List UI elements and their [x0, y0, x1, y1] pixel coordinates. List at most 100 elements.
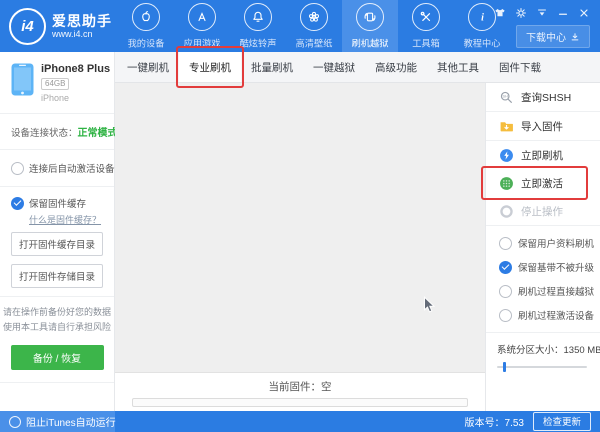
tab-label: 其他工具	[437, 60, 479, 75]
collapse-icon[interactable]	[536, 7, 548, 19]
tab-professional-flash[interactable]: 专业刷机	[179, 52, 241, 82]
tab-firmware-download[interactable]: 固件下载	[489, 52, 551, 82]
settings-gear-icon[interactable]	[515, 7, 527, 19]
app-window: i4 爱思助手 www.i4.cn 我的设备	[0, 0, 600, 432]
radio-checked-icon	[499, 261, 512, 274]
nav-label: 应用游戏	[184, 35, 221, 49]
option-keep-baseband[interactable]: 保留基带不被升级	[486, 255, 600, 279]
partition-size-value: 1350 MB	[564, 345, 600, 356]
flash-options-group: 保留用户资料刷机 保留基带不被升级 刷机过程直接越狱 刷机过程激活设备	[486, 226, 600, 332]
iphone-icon	[11, 63, 34, 103]
mouse-cursor	[423, 296, 436, 314]
device-card: iPhone8 Plus 64GB iPhone	[0, 52, 114, 113]
toolbox-icon	[412, 3, 440, 31]
option-label: 刷机过程激活设备	[518, 308, 594, 322]
flash-now-button[interactable]: 立即刷机	[486, 141, 600, 169]
flash-now-icon	[499, 148, 514, 163]
action-label: 立即激活	[521, 176, 563, 191]
download-center-button[interactable]: 下载中心	[516, 25, 590, 48]
i4-logo-icon: i4	[9, 8, 46, 45]
window-controls	[494, 0, 600, 19]
tab-label: 专业刷机	[189, 60, 231, 75]
action-label: 导入固件	[521, 119, 563, 134]
svg-text:i: i	[481, 12, 484, 23]
tab-one-click-flash[interactable]: 一键刷机	[117, 52, 179, 82]
option-label: 保留基带不被升级	[518, 260, 594, 274]
radio-unchecked-icon	[499, 237, 512, 250]
nav-item-toolbox[interactable]: 工具箱	[398, 0, 454, 52]
nav-label: 工具箱	[412, 35, 440, 49]
nav-label: 酷炫铃声	[240, 35, 277, 49]
download-center-label: 下载中心	[526, 29, 566, 44]
nav-item-flash-jailbreak[interactable]: 刷机越狱	[342, 0, 398, 52]
minimize-icon[interactable]	[557, 7, 569, 19]
keep-firmware-cache-option[interactable]: 保留固件缓存	[0, 187, 114, 212]
device-capacity-badge: 64GB	[41, 78, 69, 90]
window-zone: 下载中心	[490, 0, 600, 48]
close-icon[interactable]	[578, 7, 590, 19]
main-nav: 我的设备 应用游戏 酷炫铃声	[118, 0, 510, 52]
connection-status-label: 设备连接状态：	[11, 128, 78, 139]
import-firmware-button[interactable]: 导入固件	[486, 112, 600, 140]
auto-activate-option[interactable]: 连接后自动激活设备	[0, 150, 114, 186]
tab-batch-flash[interactable]: 批量刷机	[241, 52, 303, 82]
bottombar-right: 版本号：7.53 检查更新	[465, 412, 600, 431]
warning-line: 请在操作前备份好您的数据	[0, 305, 114, 320]
tab-label: 批量刷机	[251, 60, 293, 75]
slider-handle[interactable]	[503, 362, 506, 372]
bell-icon	[244, 3, 272, 31]
nav-item-wallpapers[interactable]: 高清壁纸	[286, 0, 342, 52]
app-url: www.i4.cn	[52, 29, 112, 39]
radio-unchecked-icon	[11, 162, 24, 175]
app-title: 爱思助手	[52, 14, 112, 29]
divider	[0, 382, 114, 383]
skin-icon[interactable]	[494, 7, 506, 19]
check-update-button[interactable]: 检查更新	[533, 412, 591, 431]
action-label: 查询SHSH	[521, 90, 571, 105]
what-is-cache-link[interactable]: 什么是固件缓存？	[29, 213, 114, 226]
download-arrow-icon	[570, 32, 580, 42]
nav-item-my-devices[interactable]: 我的设备	[118, 0, 174, 52]
activate-now-button[interactable]: 立即激活	[486, 169, 600, 197]
body: iPhone8 Plus 64GB iPhone 设备连接状态：正常模式 连接后…	[0, 52, 600, 411]
warning-line: 使用本工具请自行承担风险	[0, 320, 114, 335]
tab-label: 一键越狱	[313, 60, 355, 75]
tab-advanced-features[interactable]: 高级功能	[365, 52, 427, 82]
partition-size-slider[interactable]	[497, 361, 589, 373]
slider-track	[497, 366, 587, 368]
logo-badge: i4	[21, 18, 34, 35]
option-keep-user-data[interactable]: 保留用户资料刷机	[486, 231, 600, 255]
tab-one-click-jailbreak[interactable]: 一键越狱	[303, 52, 365, 82]
backup-warning-text: 请在操作前备份好您的数据 使用本工具请自行承担风险	[0, 297, 114, 341]
query-shsh-button[interactable]: SH 查询SHSH	[486, 83, 600, 111]
app-logo: i4 爱思助手 www.i4.cn	[0, 0, 118, 52]
radio-unchecked-icon	[9, 416, 21, 428]
stop-icon	[499, 204, 514, 219]
connection-status-value: 正常模式	[78, 128, 118, 139]
keep-cache-label: 保留固件缓存	[29, 196, 86, 210]
tab-other-tools[interactable]: 其他工具	[427, 52, 489, 82]
action-label: 立即刷机	[521, 148, 563, 163]
partition-size-section: 系统分区大小：1350 MB	[486, 333, 600, 373]
tab-label: 固件下载	[499, 60, 541, 75]
svg-text:SH: SH	[503, 94, 509, 98]
open-storage-dir-button[interactable]: 打开固件存储目录	[11, 264, 103, 288]
device-name: iPhone8 Plus	[41, 63, 110, 75]
current-firmware-label: 当前固件：空	[115, 379, 485, 394]
backup-restore-button[interactable]: 备份 / 恢复	[11, 345, 104, 370]
open-cache-dir-button[interactable]: 打开固件缓存目录	[11, 232, 103, 256]
nav-item-apps-games[interactable]: 应用游戏	[174, 0, 230, 52]
version-label: 版本号：7.53	[465, 414, 524, 429]
option-label: 刷机过程直接越狱	[518, 284, 594, 298]
firmware-progress-bar	[132, 398, 468, 407]
flower-icon	[300, 3, 328, 31]
option-activate-during-flash[interactable]: 刷机过程激活设备	[486, 303, 600, 327]
option-jailbreak-during-flash[interactable]: 刷机过程直接越狱	[486, 279, 600, 303]
radio-unchecked-icon	[499, 285, 512, 298]
nav-label: 高清壁纸	[296, 35, 333, 49]
nav-label: 我的设备	[128, 35, 165, 49]
activate-now-icon	[499, 176, 514, 191]
nav-item-ringtones[interactable]: 酷炫铃声	[230, 0, 286, 52]
main-content-area: 当前固件：空	[115, 83, 485, 411]
block-itunes-toggle[interactable]: 阻止iTunes自动运行	[0, 411, 115, 432]
